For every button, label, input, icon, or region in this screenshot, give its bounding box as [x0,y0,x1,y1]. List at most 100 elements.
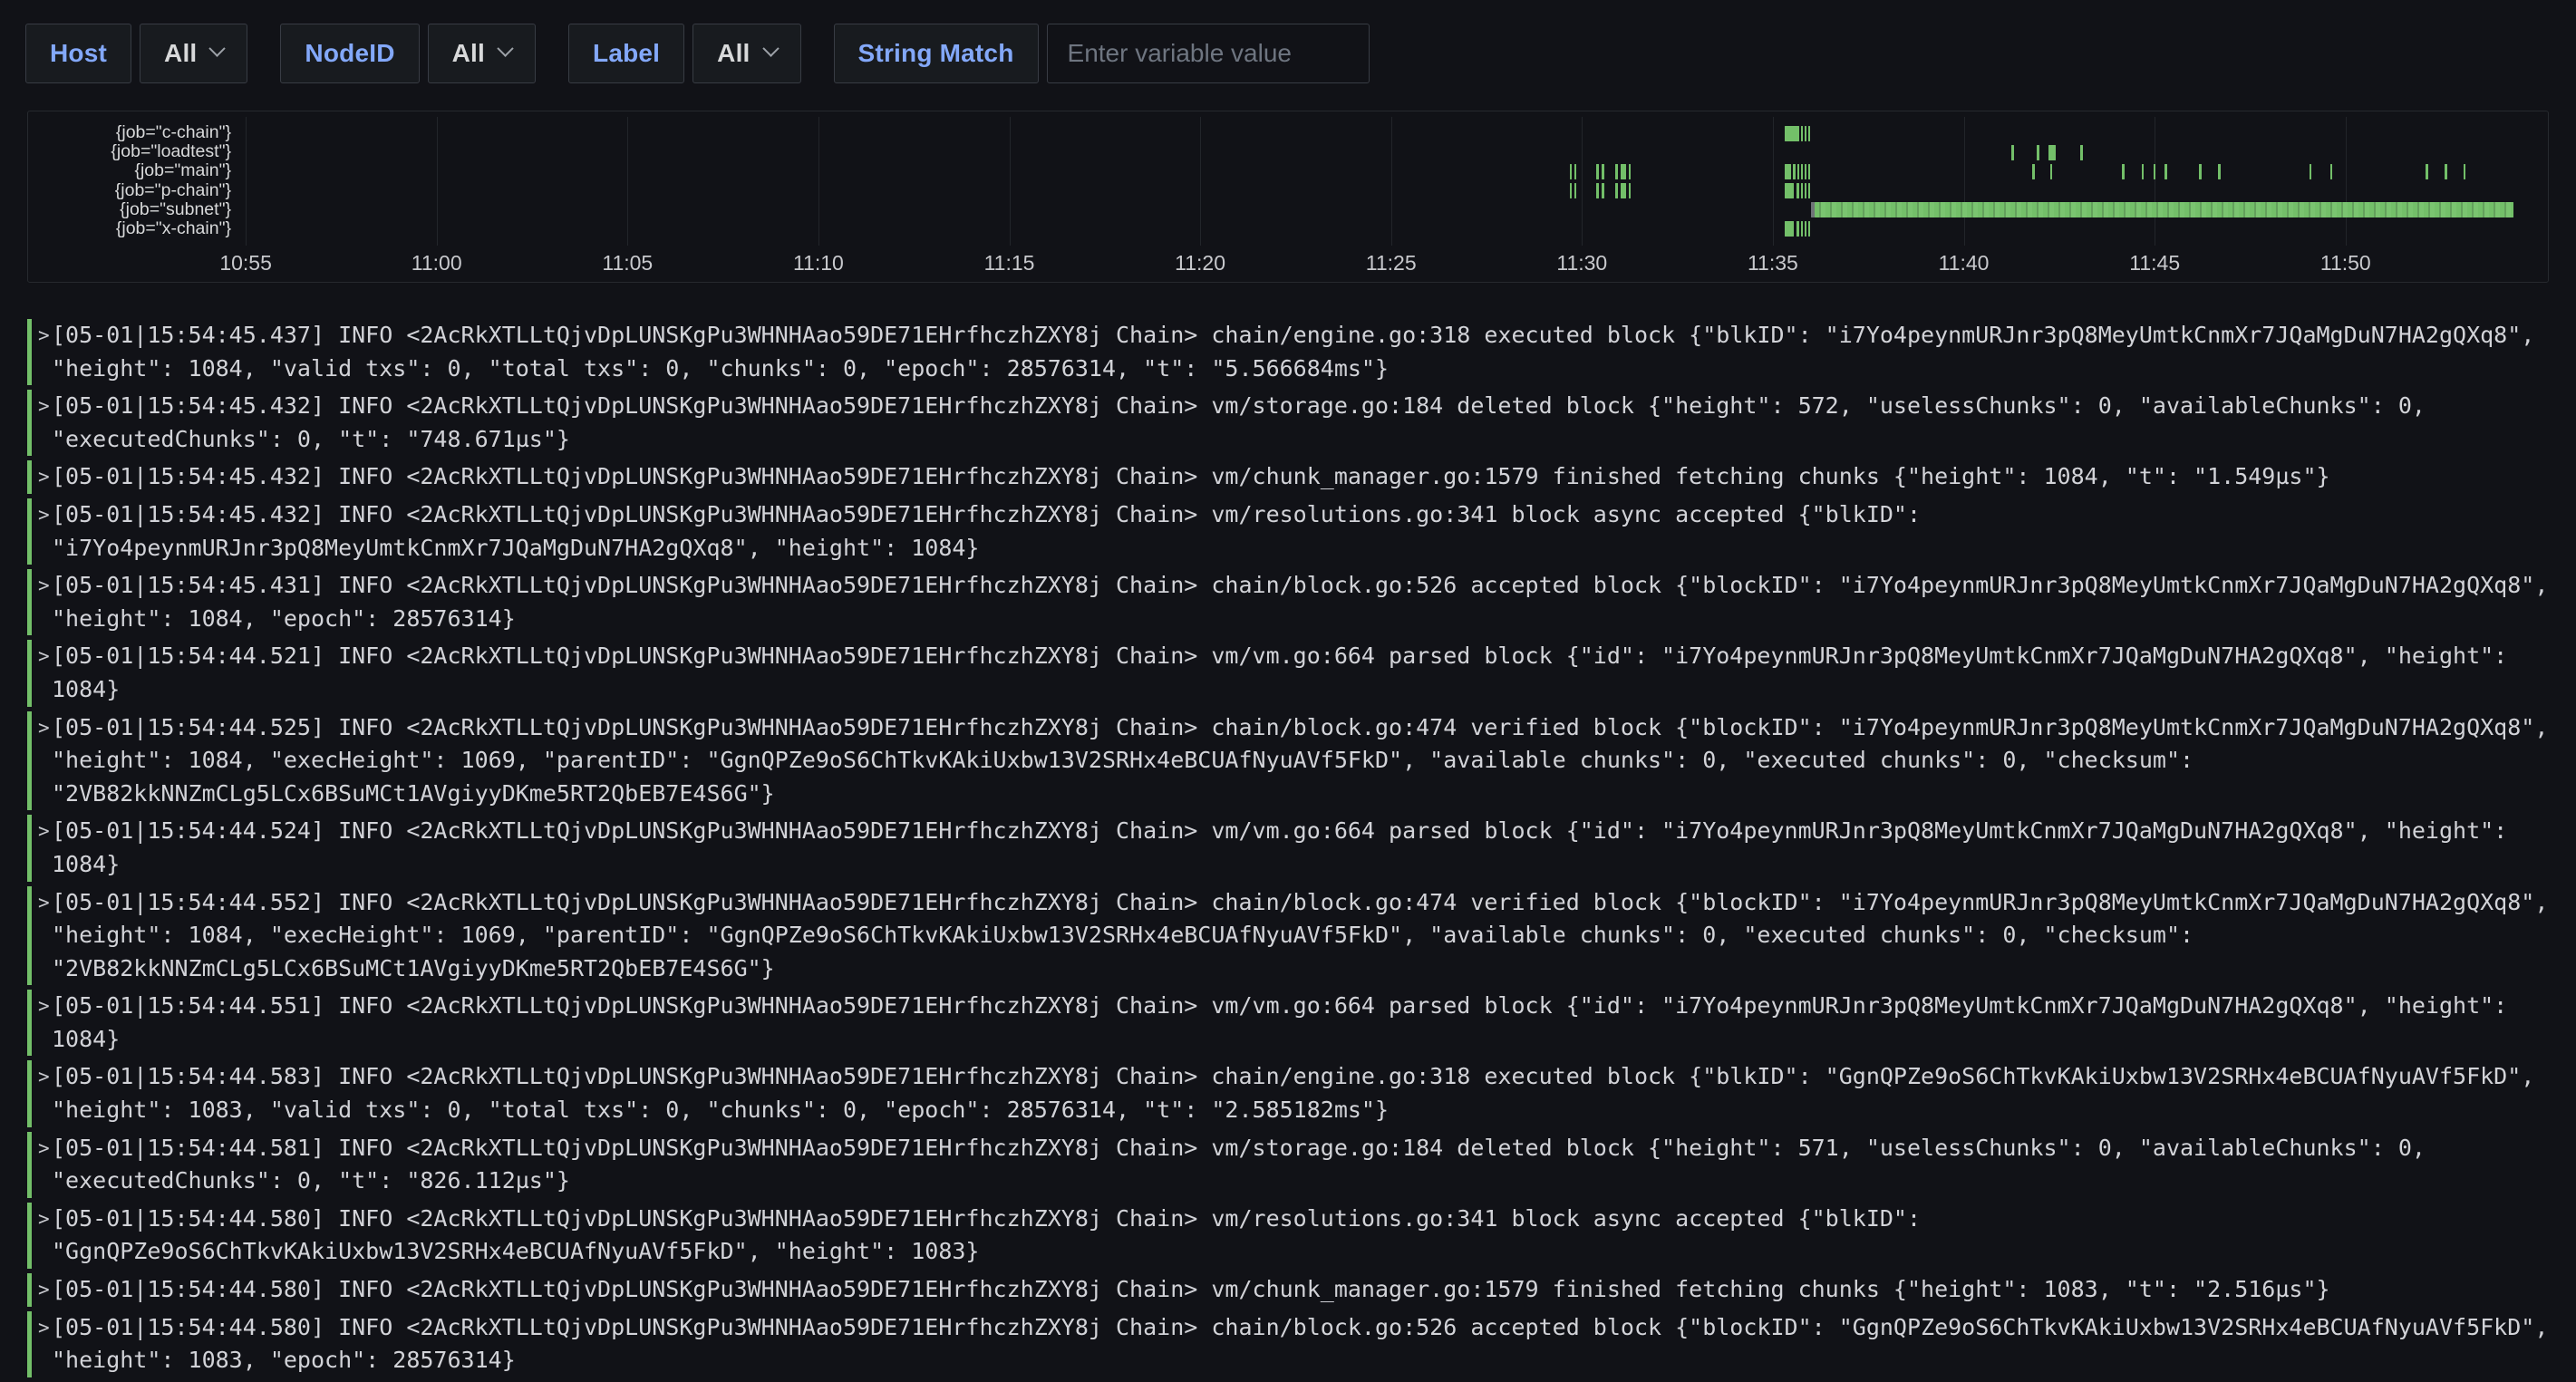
expand-row-icon[interactable]: > [32,815,52,848]
volume-bar [1808,126,1810,141]
volume-bar [1570,164,1573,179]
x-axis-tick-label: 11:45 [2129,251,2180,275]
expand-row-icon[interactable]: > [32,1203,52,1236]
volume-bar [1596,183,1599,198]
variable-label-host: Host [25,24,131,83]
expand-row-icon[interactable]: > [32,319,52,353]
volume-bar [2310,164,2312,179]
log-line-text: [05-01|15:54:44.525] INFO <2AcRkXTLLtQjv… [52,711,2549,811]
log-line-text: [05-01|15:54:44.580] INFO <2AcRkXTLLtQjv… [52,1273,2549,1307]
expand-row-icon[interactable]: > [32,460,52,494]
volume-bar [1629,164,1632,179]
log-row[interactable]: >[05-01|15:54:44.524] INFO <2AcRkXTLLtQj… [27,815,2549,881]
legend-item[interactable]: {job="main"} [35,161,231,180]
variable-value-text: All [717,39,750,68]
volume-bar [1596,164,1599,179]
volume-bar [1801,183,1803,198]
log-row[interactable]: >[05-01|15:54:44.551] INFO <2AcRkXTLLtQj… [27,990,2549,1056]
volume-bar [2164,164,2167,179]
log-line-text: [05-01|15:54:45.432] INFO <2AcRkXTLLtQjv… [52,460,2549,494]
log-row[interactable]: >[05-01|15:54:44.580] INFO <2AcRkXTLLtQj… [27,1311,2549,1377]
log-line-text: [05-01|15:54:45.432] INFO <2AcRkXTLLtQjv… [52,390,2549,456]
log-line-text: [05-01|15:54:44.521] INFO <2AcRkXTLLtQjv… [52,640,2549,706]
legend-item[interactable]: {job="p-chain"} [35,181,231,200]
variable-value-text: All [164,39,197,68]
volume-bar [1615,183,1618,198]
log-list: >[05-01|15:54:45.437] INFO <2AcRkXTLLtQj… [27,319,2549,1382]
log-line-text: [05-01|15:54:44.551] INFO <2AcRkXTLLtQjv… [52,990,2549,1056]
log-line-text: [05-01|15:54:45.437] INFO <2AcRkXTLLtQjv… [52,319,2549,385]
log-row[interactable]: >[05-01|15:54:44.521] INFO <2AcRkXTLLtQj… [27,640,2549,706]
volume-bar [1793,164,1796,179]
log-line-text: [05-01|15:54:44.583] INFO <2AcRkXTLLtQjv… [52,1060,2549,1126]
volume-bar [1796,183,1799,198]
x-gridline [627,117,628,246]
x-gridline [818,117,819,246]
volume-bar [1621,164,1626,179]
chevron-down-icon [497,40,513,56]
expand-row-icon[interactable]: > [32,1311,52,1345]
expand-row-icon[interactable]: > [32,1132,52,1165]
expand-row-icon[interactable]: > [32,886,52,920]
log-row[interactable]: >[05-01|15:54:44.525] INFO <2AcRkXTLLtQj… [27,711,2549,811]
volume-bar [1805,183,1806,198]
chevron-down-icon [209,40,226,56]
x-axis-tick-label: 11:30 [1556,251,1607,275]
log-row[interactable]: >[05-01|15:54:45.432] INFO <2AcRkXTLLtQj… [27,390,2549,456]
volume-bar [1801,164,1803,179]
log-row[interactable]: >[05-01|15:54:44.552] INFO <2AcRkXTLLtQj… [27,886,2549,986]
x-gridline [437,117,438,246]
x-gridline [1010,117,1011,246]
expand-row-icon[interactable]: > [32,390,52,423]
log-volume-panel: 10:5511:0011:0511:1011:1511:2011:2511:30… [27,111,2549,283]
log-row[interactable]: >[05-01|15:54:45.431] INFO <2AcRkXTLLtQj… [27,569,2549,635]
volume-bar [2218,164,2221,179]
volume-bar [1574,164,1577,179]
x-gridline [1964,117,1965,246]
volume-bar [1801,221,1803,237]
volume-bar [1570,183,1573,198]
volume-bar [2445,164,2447,179]
legend-item[interactable]: {job="subnet"} [35,200,231,219]
volume-bar [2154,164,2156,179]
variable-value-label[interactable]: All [692,24,800,83]
string-match-input[interactable] [1047,24,1370,83]
volume-bar [1805,221,1806,237]
variable-label-nodeid: NodeID [280,24,419,83]
expand-row-icon[interactable]: > [32,569,52,603]
log-row[interactable]: >[05-01|15:54:44.581] INFO <2AcRkXTLLtQj… [27,1132,2549,1198]
log-row[interactable]: >[05-01|15:54:45.432] INFO <2AcRkXTLLtQj… [27,460,2549,494]
expand-row-icon[interactable]: > [32,498,52,532]
volume-bar [2032,164,2035,179]
expand-row-icon[interactable]: > [32,1060,52,1094]
x-axis-tick-label: 11:05 [602,251,653,275]
expand-row-icon[interactable]: > [32,640,52,673]
volume-bar [2330,164,2333,179]
log-row[interactable]: >[05-01|15:54:44.580] INFO <2AcRkXTLLtQj… [27,1273,2549,1307]
variable-value-nodeid[interactable]: All [428,24,536,83]
log-row[interactable]: >[05-01|15:54:45.432] INFO <2AcRkXTLLtQj… [27,498,2549,565]
volume-bar [2080,145,2083,160]
volume-bar [1574,183,1577,198]
legend-item[interactable]: {job="loadtest"} [35,142,231,161]
legend-item[interactable]: {job="x-chain"} [35,219,231,238]
variable-group-host: Host All [25,24,247,83]
log-line-text: [05-01|15:54:45.432] INFO <2AcRkXTLLtQjv… [52,498,2549,565]
log-row[interactable]: >[05-01|15:54:45.437] INFO <2AcRkXTLLtQj… [27,319,2549,385]
volume-bar [2122,164,2125,179]
expand-row-icon[interactable]: > [32,990,52,1023]
volume-bar [1805,164,1806,179]
variable-value-text: All [452,39,485,68]
expand-row-icon[interactable]: > [32,711,52,745]
volume-bar [1785,183,1794,198]
volume-bar [2199,164,2202,179]
chevron-down-icon [762,40,779,56]
log-row[interactable]: >[05-01|15:54:44.583] INFO <2AcRkXTLLtQj… [27,1060,2549,1126]
volume-bar [1815,202,2513,217]
expand-row-icon[interactable]: > [32,1273,52,1307]
volume-bar [1615,164,1618,179]
x-axis-tick-label: 11:50 [2320,251,2371,275]
legend-item[interactable]: {job="c-chain"} [35,123,231,142]
log-row[interactable]: >[05-01|15:54:44.580] INFO <2AcRkXTLLtQj… [27,1203,2549,1269]
variable-value-host[interactable]: All [140,24,247,83]
